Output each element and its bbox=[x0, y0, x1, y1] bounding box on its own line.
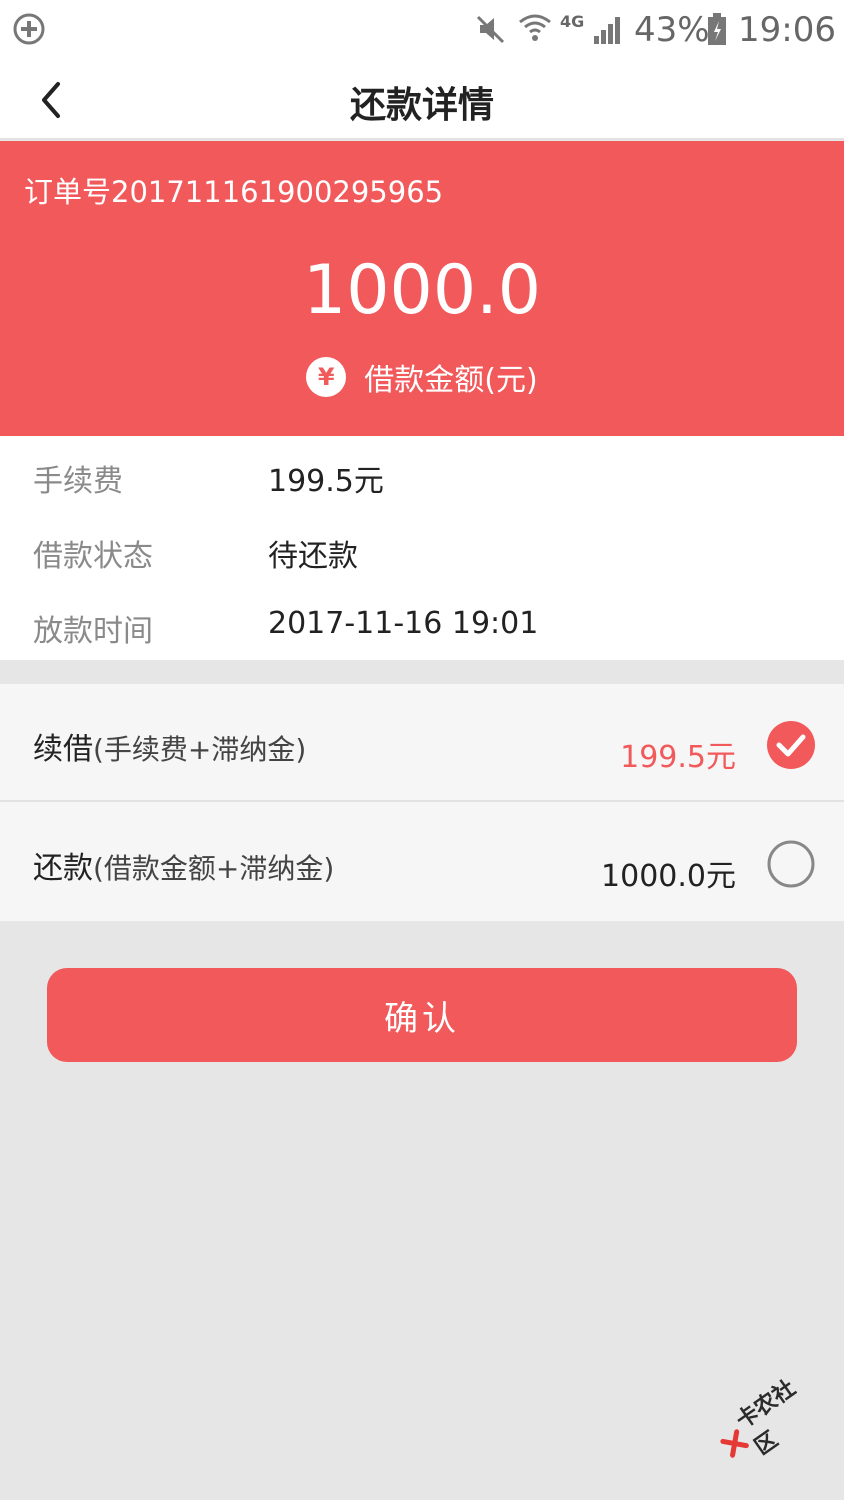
clock: 19:06 bbox=[738, 10, 836, 50]
repayment-options: 续借(手续费+滞纳金) 199.5元 还款(借款金额+滞纳金) 1000.0元 bbox=[0, 684, 844, 921]
amount-caption: 借款金额(元) bbox=[364, 363, 538, 398]
detail-value: 2017-11-16 19:01 bbox=[268, 606, 539, 641]
option-label: 续借(手续费+滞纳金) bbox=[33, 732, 307, 767]
wifi-icon bbox=[519, 14, 551, 41]
battery-icon bbox=[708, 13, 726, 45]
radio-empty-icon[interactable] bbox=[766, 839, 816, 889]
watermark: 卡农社区 bbox=[707, 1366, 826, 1476]
plus-circle-icon bbox=[13, 13, 45, 45]
loan-amount: 1000.0 bbox=[303, 251, 541, 330]
confirm-button[interactable]: 确认 bbox=[47, 968, 797, 1062]
network-type: 4G bbox=[560, 12, 585, 31]
detail-label: 借款状态 bbox=[33, 539, 153, 574]
detail-value: 待还款 bbox=[268, 539, 358, 574]
option-hint: (手续费+滞纳金) bbox=[93, 733, 307, 766]
detail-value: 199.5元 bbox=[268, 464, 384, 499]
option-hint: (借款金额+滞纳金) bbox=[93, 852, 335, 885]
detail-label: 放款时间 bbox=[33, 614, 153, 649]
detail-row-fee: 手续费 199.5元 bbox=[0, 436, 844, 511]
detail-row-status: 借款状态 待还款 bbox=[0, 511, 844, 586]
option-renew[interactable]: 续借(手续费+滞纳金) 199.5元 bbox=[0, 684, 844, 802]
loan-summary: 订单号201711161900295965 1000.0 ¥ 借款金额(元) bbox=[0, 141, 844, 436]
yen-icon: ¥ bbox=[306, 357, 347, 397]
check-circle-icon[interactable] bbox=[766, 720, 816, 770]
navigation-bar: 还款详情 bbox=[0, 58, 844, 140]
option-repay[interactable]: 还款(借款金额+滞纳金) 1000.0元 bbox=[0, 803, 844, 921]
amount-caption-row: ¥ 借款金额(元) bbox=[0, 355, 844, 399]
detail-label: 手续费 bbox=[33, 464, 123, 499]
option-price: 199.5元 bbox=[620, 740, 736, 775]
order-number: 订单号201711161900295965 bbox=[24, 175, 444, 209]
status-bar: 4G 43% 19:06 bbox=[0, 0, 844, 58]
option-price: 1000.0元 bbox=[601, 859, 736, 894]
option-label: 还款(借款金额+滞纳金) bbox=[33, 851, 335, 886]
loan-details: 手续费 199.5元 借款状态 待还款 放款时间 2017-11-16 19:0… bbox=[0, 436, 844, 660]
detail-row-time: 放款时间 2017-11-16 19:01 bbox=[0, 586, 844, 661]
battery-percent: 43% bbox=[634, 10, 710, 50]
mute-icon bbox=[476, 15, 505, 44]
page-title: 还款详情 bbox=[349, 85, 494, 126]
signal-icon bbox=[594, 17, 620, 44]
